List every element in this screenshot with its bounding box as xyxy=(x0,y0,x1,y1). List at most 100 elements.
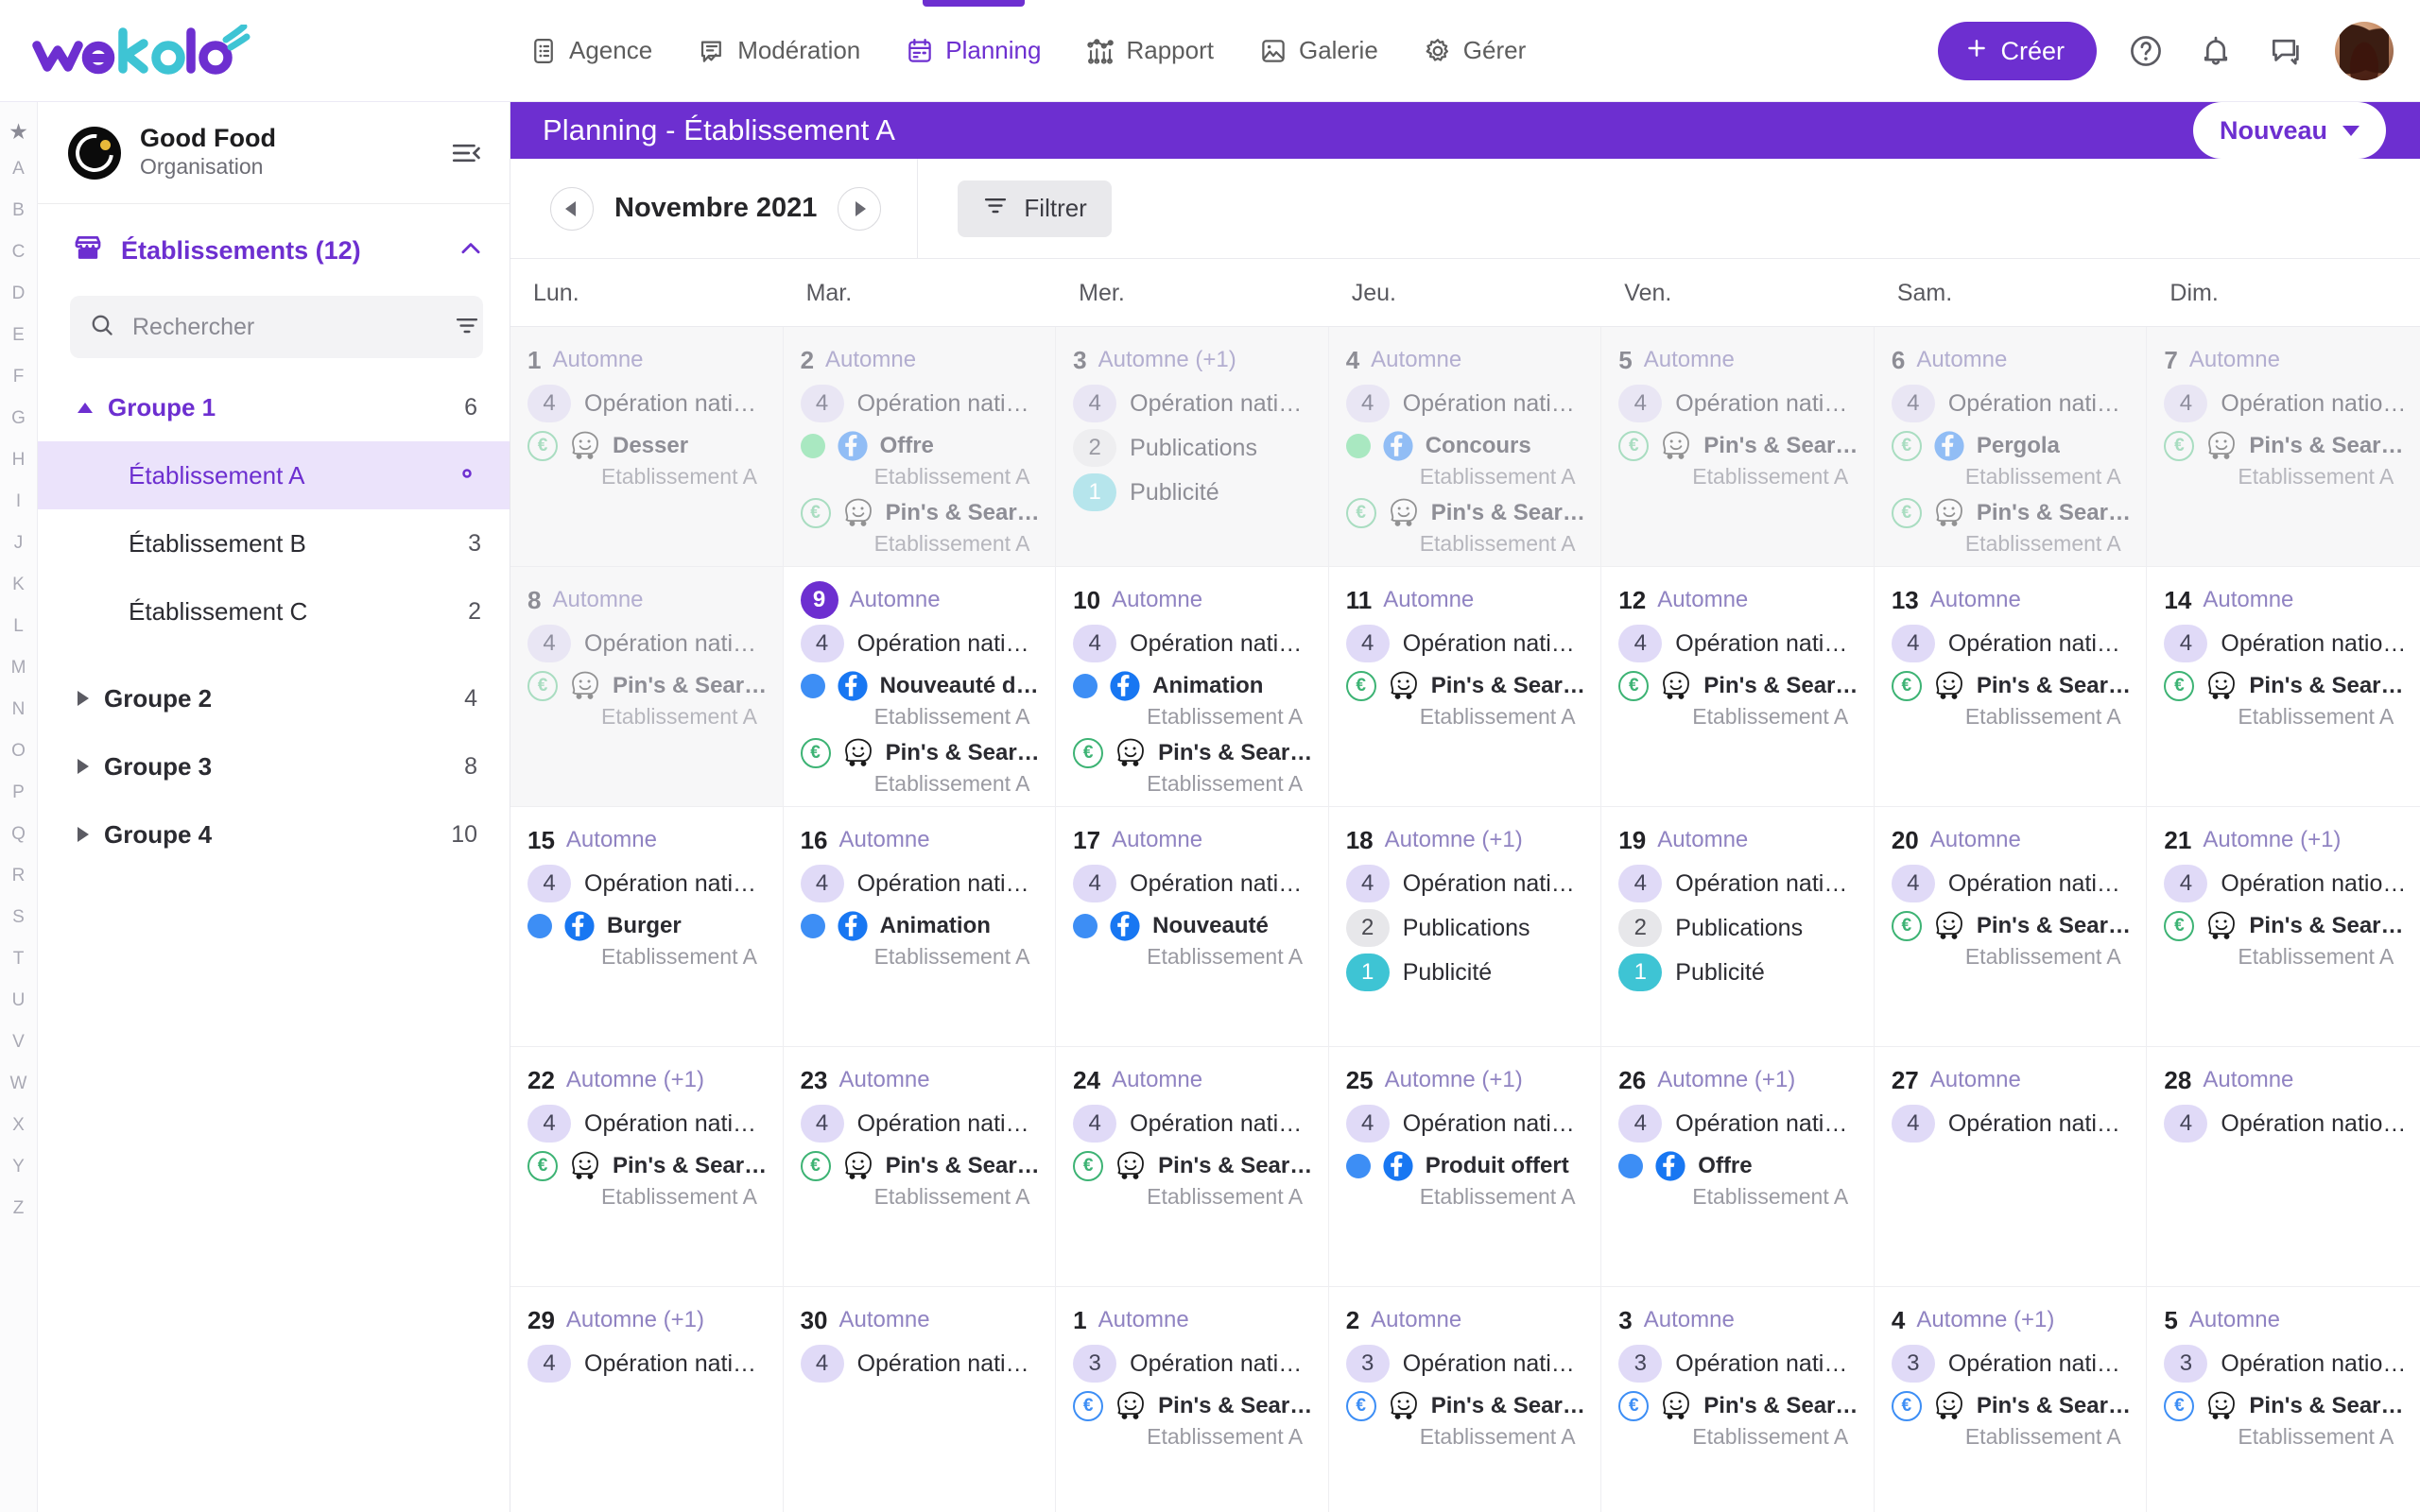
calendar-event[interactable]: € Pin's & Search Etablissement A xyxy=(2164,429,2407,490)
new-button[interactable]: Nouveau xyxy=(2192,102,2386,159)
calendar-event[interactable]: € Pin's & Search Etablissement A xyxy=(1345,496,1587,557)
operation-row[interactable]: 4 Opération nation… xyxy=(2164,865,2407,902)
alpha-letter[interactable]: O xyxy=(11,731,26,771)
operation-row[interactable]: 1 Publicité xyxy=(1618,954,1860,991)
calendar-day-cell[interactable]: 30 Automne 4 Opération nation… xyxy=(784,1287,1057,1512)
calendar-day-cell[interactable]: 1 Automne 4 Opération nation… € Desser Etablis… xyxy=(510,327,784,567)
operation-row[interactable]: 4 Opération nation… xyxy=(527,1105,769,1143)
calendar-day-cell[interactable]: 24 Automne 4 Opération nation… € Pin's & Sear… xyxy=(1056,1047,1329,1287)
gear-icon[interactable] xyxy=(453,459,481,492)
calendar-day-cell[interactable]: 8 Automne 4 Opération nation… € Pin's & Searc… xyxy=(510,567,784,807)
calendar-day-cell[interactable]: 9 Automne4 Opération nation… Nouveauté dess… xyxy=(783,567,1057,807)
operation-row[interactable]: 3 Opération nation… xyxy=(1618,1345,1860,1383)
tree-group-groupe-2[interactable]: Groupe 2 4 xyxy=(38,664,510,732)
operation-row[interactable]: 3 Opération nation… xyxy=(1073,1345,1315,1383)
calendar-day-cell[interactable]: 2 Automne 4 Opération nation… Offre Etablisse… xyxy=(783,327,1057,567)
operation-row[interactable]: 4 Opération nation… xyxy=(2164,1105,2407,1143)
chat-icon[interactable] xyxy=(2265,30,2307,72)
calendar-day-cell[interactable]: 28 Automne 4 Opération nation… xyxy=(2147,1047,2420,1287)
calendar-day-cell[interactable]: 4 Automne 4 Opération nation… Concours Etabli… xyxy=(1328,327,1602,567)
alpha-letter[interactable]: F xyxy=(13,357,25,397)
operation-row[interactable]: 2 Publications xyxy=(1345,909,1588,947)
operation-row[interactable]: 4 Opération nation… xyxy=(2164,625,2407,662)
alpha-letter[interactable]: V xyxy=(12,1022,25,1062)
calendar-event[interactable]: Animation Etablissement A xyxy=(1073,669,1315,730)
calendar-day-cell[interactable]: 22 Automne (+1) 4 Opération nation… € Pin's &… xyxy=(510,1047,784,1287)
operation-row[interactable]: 4 Opération nation… xyxy=(1073,625,1315,662)
calendar-day-cell[interactable]: 15 Automne 4 Opération nation… Burger Etablis… xyxy=(510,807,784,1047)
calendar-event[interactable]: Produit offert Etablissement A xyxy=(1345,1149,1588,1210)
calendar-event[interactable]: Animation Etablissement A xyxy=(800,909,1043,970)
calendar-event[interactable]: € Pin's & Search Etablissement A xyxy=(1891,669,2133,730)
calendar-day-cell[interactable]: 14 Automne 4 Opération nation… € Pin's & Sear… xyxy=(2147,567,2420,807)
calendar-event[interactable]: € Pin's & Search Etablissement A xyxy=(527,669,769,730)
calendar-day-cell[interactable]: 6 Automne 4 Opération nation… € Pergola Etabli… xyxy=(1874,327,2148,567)
calendar-event[interactable]: € Pergola Etablissement A xyxy=(1891,429,2134,490)
calendar-day-cell[interactable]: 27 Automne 4 Opération nation… xyxy=(1874,1047,2148,1287)
calendar-event[interactable]: Nouveauté Etablissement A xyxy=(1073,909,1315,970)
nav-item-gerer[interactable]: Gérer xyxy=(1422,0,1528,102)
avatar[interactable] xyxy=(2335,22,2394,80)
alpha-letter[interactable]: A xyxy=(12,149,25,189)
calendar-event[interactable]: € Pin's & Search Etablissement A xyxy=(527,1149,769,1210)
calendar-day-cell[interactable]: 29 Automne (+1) 4 Opération nation… xyxy=(510,1287,784,1512)
operation-row[interactable]: 4 Opération nation… xyxy=(1618,1105,1860,1143)
operation-row[interactable]: 4 Opération nation… xyxy=(1891,385,2133,422)
nav-item-galerie[interactable]: Galerie xyxy=(1257,0,1380,102)
operation-row[interactable]: 4 Opération nation… xyxy=(527,385,769,422)
alpha-letter[interactable]: Z xyxy=(13,1189,25,1228)
operation-row[interactable]: 4 Opération nation… xyxy=(1073,385,1315,422)
calendar-event[interactable]: Burger Etablissement A xyxy=(527,909,769,970)
calendar-day-cell[interactable]: 12 Automne 4 Opération nation… € Pin's & Sear… xyxy=(1601,567,1875,807)
alpha-letter[interactable]: I xyxy=(16,482,21,522)
alpha-letter[interactable]: M xyxy=(11,648,26,688)
alpha-letter[interactable]: H xyxy=(12,440,26,480)
tree-group-groupe-1[interactable]: Groupe 1 6 xyxy=(38,373,510,441)
operation-row[interactable]: 2 Publications xyxy=(1618,909,1860,947)
calendar-event[interactable]: Offre Etablissement A xyxy=(800,429,1043,490)
alpha-letter[interactable]: T xyxy=(13,939,25,979)
calendar-event[interactable]: Concours Etablissement A xyxy=(1345,429,1588,490)
operation-row[interactable]: 4 Opération nation… xyxy=(800,625,1042,662)
alpha-letter[interactable]: C xyxy=(12,232,26,272)
operation-row[interactable]: 4 Opération nation… xyxy=(1073,1105,1315,1143)
calendar-day-cell[interactable]: 10 Automne 4 Opération nation… Animation Etab… xyxy=(1056,567,1329,807)
operation-row[interactable]: 4 Opération nation… xyxy=(1073,865,1315,902)
alpha-letter[interactable]: E xyxy=(12,316,25,355)
calendar-event[interactable]: € Pin's & Search Etablissement A xyxy=(800,496,1042,557)
calendar-day-cell[interactable]: 1 Automne 3 Opération nation… € Pin's & Searc… xyxy=(1056,1287,1329,1512)
search-container[interactable] xyxy=(70,296,483,358)
operation-row[interactable]: 4 Opération nation… xyxy=(1891,865,2133,902)
alpha-letter[interactable]: R xyxy=(12,856,26,896)
favorites-star-icon[interactable]: ★ xyxy=(9,115,28,147)
operation-row[interactable]: 4 Opération nation… xyxy=(1891,1105,2133,1143)
calendar-event[interactable]: € Pin's & Search Etablissement A xyxy=(1891,909,2133,970)
calendar-event[interactable]: € Pin's & Search Etablissement A xyxy=(1618,669,1860,730)
filter-icon[interactable] xyxy=(454,312,480,343)
calendar-event[interactable]: € Pin's & Search Etablissement A xyxy=(2164,909,2407,970)
calendar-day-cell[interactable]: 7 Automne 4 Opération nation… € Pin's & Searc… xyxy=(2147,327,2420,567)
alpha-letter[interactable]: X xyxy=(12,1106,25,1145)
operation-row[interactable]: 4 Opération nation… xyxy=(800,1105,1042,1143)
calendar-day-cell[interactable]: 4 Automne (+1) 3 Opération nation… € Pin's & … xyxy=(1875,1287,2148,1512)
establishments-section-header[interactable]: Établissements (12) xyxy=(38,204,510,290)
calendar-event[interactable]: € Pin's & Search Etablissement A xyxy=(1618,1389,1860,1450)
calendar-day-cell[interactable]: 25 Automne (+1) 4 Opération nation… Produit … xyxy=(1328,1047,1602,1287)
alpha-letter[interactable]: Y xyxy=(12,1147,25,1187)
calendar-event[interactable]: € Pin's & Search Etablissement A xyxy=(1891,496,2133,557)
calendar-event[interactable]: € Pin's & Search Etablissement A xyxy=(1073,736,1315,797)
operation-row[interactable]: 4 Opération nation… xyxy=(527,865,769,902)
tree-item-etablissement-c[interactable]: Établissement C 2 xyxy=(38,577,510,645)
alpha-letter[interactable]: L xyxy=(13,607,24,646)
operation-row[interactable]: 3 Opération nation… xyxy=(2164,1345,2407,1383)
calendar-event[interactable]: Offre Etablissement A xyxy=(1618,1149,1860,1210)
help-circle-icon[interactable] xyxy=(2125,30,2167,72)
nav-item-rapport[interactable]: Rapport xyxy=(1084,0,1216,102)
operation-row[interactable]: 4 Opération nation… xyxy=(1618,865,1860,902)
calendar-event[interactable]: € Pin's & Search Etablissement A xyxy=(1345,1389,1587,1450)
calendar-day-cell[interactable]: 3 Automne (+1) 4 Opération nation… 2 Publicat… xyxy=(1056,327,1329,567)
alpha-letter[interactable]: N xyxy=(12,690,26,730)
calendar-event[interactable]: € Pin's & Search Etablissement A xyxy=(2164,669,2407,730)
calendar-event[interactable]: € Pin's & Search Etablissement A xyxy=(1073,1389,1315,1450)
operation-row[interactable]: 4 Opération nation… xyxy=(1345,385,1587,422)
